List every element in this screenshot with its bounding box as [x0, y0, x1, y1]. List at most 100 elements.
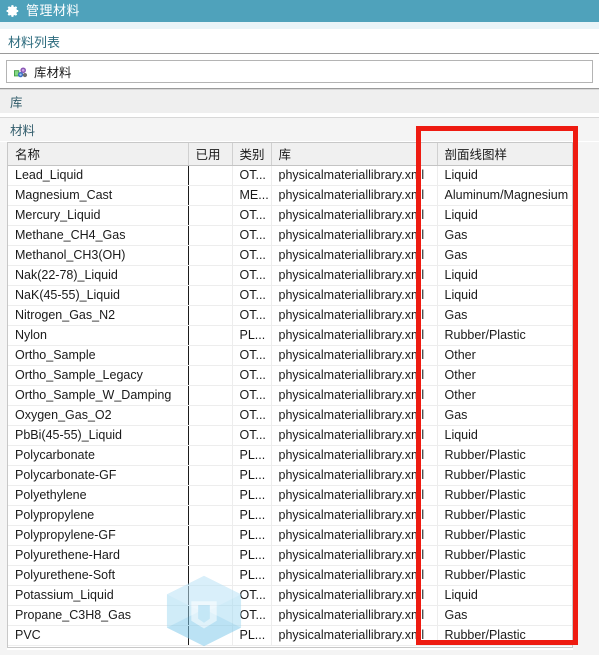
- cell-name: Ortho_Sample_W_Damping: [8, 385, 189, 406]
- table-row[interactable]: Ortho_Sample_W_Damping OT... physicalmater…: [8, 385, 572, 406]
- table-row[interactable]: Polypropylene PL... physicalmateriallibrar…: [8, 505, 572, 526]
- materials-table-head: 名称 已用 类别 库 剖面线图样: [8, 143, 572, 166]
- library-selector[interactable]: 库材料: [6, 60, 593, 83]
- cell-lib: physicalmateriallibrary.xml: [271, 265, 438, 286]
- cell-cat: OT...: [232, 585, 272, 606]
- column-header-name[interactable]: 名称: [8, 143, 189, 166]
- cell-name: Methanol_CH3(OH): [8, 245, 189, 266]
- cell-lib: physicalmateriallibrary.xml: [271, 365, 438, 386]
- cell-lib: physicalmateriallibrary.xml: [271, 205, 438, 226]
- table-row[interactable]: PVC PL... physicalmateriallibrary.xml Rubbe…: [8, 625, 572, 646]
- table-row[interactable]: Ortho_Sample_Legacy OT... physicalmaterial…: [8, 365, 572, 386]
- panel-heading-label: 材料列表: [8, 34, 61, 50]
- table-row[interactable]: Nylon PL... physicalmateriallibrary.xml Rub…: [8, 325, 572, 346]
- cell-name: Polypropylene: [8, 505, 189, 526]
- cell-used: [188, 625, 233, 646]
- group-header-library[interactable]: 库: [0, 89, 599, 113]
- cell-used: [188, 305, 233, 326]
- cell-name: Methane_CH4_Gas: [8, 225, 189, 246]
- table-row[interactable]: Lead_Liquid OT... physicalmateriallibrary.…: [8, 165, 572, 186]
- table-row[interactable]: Ortho_Sample OT... physicalmateriallibrary…: [8, 345, 572, 366]
- cell-lib: physicalmateriallibrary.xml: [271, 465, 438, 486]
- table-row[interactable]: Mercury_Liquid OT... physicalmateriallibra…: [8, 205, 572, 226]
- materials-table: 名称 已用 类别 库 剖面线图样 Lead_Liquid OT... physica…: [8, 143, 572, 646]
- cell-hatch: Rubber/Plastic: [437, 525, 572, 546]
- cell-name: Polyurethene-Soft: [8, 565, 189, 586]
- cell-cat: PL...: [232, 565, 272, 586]
- cell-cat: PL...: [232, 465, 272, 486]
- right-gutter: [573, 142, 599, 655]
- cell-cat: PL...: [232, 545, 272, 566]
- cell-lib: physicalmateriallibrary.xml: [271, 485, 438, 506]
- cell-hatch: Gas: [437, 605, 572, 626]
- cell-used: [188, 425, 233, 446]
- group-header-material[interactable]: 材料: [0, 117, 599, 141]
- cell-lib: physicalmateriallibrary.xml: [271, 345, 438, 366]
- table-row[interactable]: Polyurethene-Hard PL... physicalmaterialli…: [8, 545, 572, 566]
- cell-hatch: Gas: [437, 305, 572, 326]
- manage-materials-window: 管理材料 材料列表 库材料 库 材料 名称 已用 类别 库 剖面线图样 Lead…: [0, 0, 599, 655]
- table-row[interactable]: Methane_CH4_Gas OT... physicalmateriallibr…: [8, 225, 572, 246]
- cell-cat: PL...: [232, 485, 272, 506]
- cell-lib: physicalmateriallibrary.xml: [271, 185, 438, 206]
- table-row[interactable]: Polypropylene-GF PL... physicalmateriallib…: [8, 525, 572, 546]
- table-row[interactable]: Polyethylene PL... physicalmateriallibrary…: [8, 485, 572, 506]
- table-row[interactable]: Methanol_CH3(OH) OT... physicalmateriallib…: [8, 245, 572, 266]
- cell-hatch: Rubber/Plastic: [437, 565, 572, 586]
- cell-cat: OT...: [232, 225, 272, 246]
- cell-used: [188, 605, 233, 626]
- cell-name: Magnesium_Cast: [8, 185, 189, 206]
- cell-used: [188, 245, 233, 266]
- cell-hatch: Rubber/Plastic: [437, 325, 572, 346]
- table-row[interactable]: NaK(45-55)_Liquid OT... physicalmaterialli…: [8, 285, 572, 306]
- cell-name: PbBi(45-55)_Liquid: [8, 425, 189, 446]
- cell-hatch: Rubber/Plastic: [437, 465, 572, 486]
- table-row[interactable]: Nitrogen_Gas_N2 OT... physicalmateriallibr…: [8, 305, 572, 326]
- column-header-library[interactable]: 库: [271, 143, 438, 166]
- table-row[interactable]: Polycarbonate-GF PL... physicalmateriallib…: [8, 465, 572, 486]
- cell-lib: physicalmateriallibrary.xml: [271, 445, 438, 466]
- cell-cat: PL...: [232, 505, 272, 526]
- column-header-hatch-pattern[interactable]: 剖面线图样: [437, 143, 572, 166]
- cell-used: [188, 185, 233, 206]
- table-row[interactable]: Nak(22-78)_Liquid OT... physicalmaterialli…: [8, 265, 572, 286]
- titlebar-accent-underline: [0, 22, 599, 29]
- cell-used: [188, 485, 233, 506]
- table-row[interactable]: Polyurethene-Soft PL... physicalmaterialli…: [8, 565, 572, 586]
- materials-table-container[interactable]: 名称 已用 类别 库 剖面线图样 Lead_Liquid OT... physica…: [7, 142, 573, 648]
- cell-cat: OT...: [232, 405, 272, 426]
- cell-used: [188, 325, 233, 346]
- cell-name: Potassium_Liquid: [8, 585, 189, 606]
- table-row[interactable]: Magnesium_Cast ME... physicalmateriallibra…: [8, 185, 572, 206]
- cell-hatch: Liquid: [437, 285, 572, 306]
- cell-lib: physicalmateriallibrary.xml: [271, 585, 438, 606]
- cell-used: [188, 405, 233, 426]
- cell-used: [188, 205, 233, 226]
- panel-heading: 材料列表: [0, 29, 599, 53]
- window-titlebar: 管理材料: [0, 0, 599, 22]
- cell-lib: physicalmateriallibrary.xml: [271, 545, 438, 566]
- cell-hatch: Rubber/Plastic: [437, 445, 572, 466]
- cell-name: NaK(45-55)_Liquid: [8, 285, 189, 306]
- cell-name: Polyethylene: [8, 485, 189, 506]
- cell-lib: physicalmateriallibrary.xml: [271, 245, 438, 266]
- cell-used: [188, 465, 233, 486]
- cell-name: Polycarbonate: [8, 445, 189, 466]
- cell-cat: OT...: [232, 265, 272, 286]
- cell-hatch: Other: [437, 345, 572, 366]
- cell-hatch: Gas: [437, 245, 572, 266]
- table-row[interactable]: Oxygen_Gas_O2 OT... physicalmateriallibrar…: [8, 405, 572, 426]
- table-row[interactable]: Polycarbonate PL... physicalmateriallibrar…: [8, 445, 572, 466]
- cell-cat: PL...: [232, 525, 272, 546]
- table-row[interactable]: PbBi(45-55)_Liquid OT... physicalmateriall…: [8, 425, 572, 446]
- cell-used: [188, 445, 233, 466]
- library-materials-icon: [14, 66, 28, 77]
- cell-lib: physicalmateriallibrary.xml: [271, 225, 438, 246]
- cell-used: [188, 545, 233, 566]
- column-header-category[interactable]: 类别: [232, 143, 272, 166]
- table-row[interactable]: Potassium_Liquid OT... physicalmateriallib…: [8, 585, 572, 606]
- table-row[interactable]: Propane_C3H8_Gas OT... physicalmateriallib…: [8, 605, 572, 626]
- cell-hatch: Rubber/Plastic: [437, 485, 572, 506]
- column-header-used[interactable]: 已用: [188, 143, 233, 166]
- cell-cat: OT...: [232, 245, 272, 266]
